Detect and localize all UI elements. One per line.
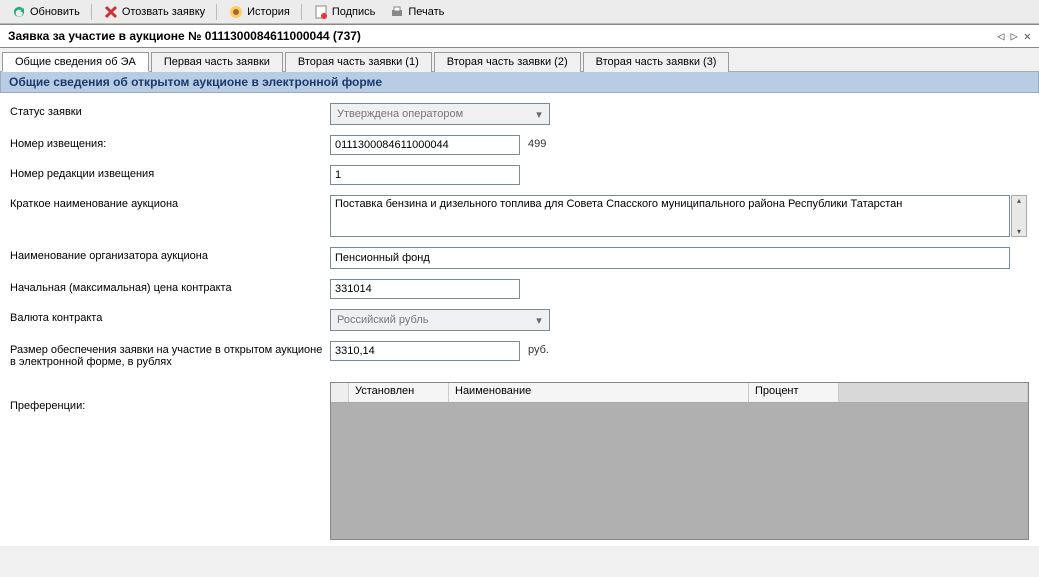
tab-part2-2[interactable]: Вторая часть заявки (2) [434,52,581,72]
chevron-down-icon: ▾ [531,106,547,122]
separator [301,4,302,20]
history-label: История [247,6,290,18]
prev-icon[interactable]: ◁ [997,29,1004,43]
short-name-label: Краткое наименование аукциона [10,195,330,210]
preferences-row: Преференции: Установлен Наименование Про… [0,382,1039,546]
notice-side-text: 499 [528,135,546,150]
grid-header: Установлен Наименование Процент [331,383,1028,403]
tab-part2-3[interactable]: Вторая часть заявки (3) [583,52,730,72]
next-icon[interactable]: ▷ [1011,29,1018,43]
chevron-down-icon: ▾ [531,312,547,328]
grid-col-set[interactable]: Установлен [349,383,449,402]
tab-label: Вторая часть заявки (3) [596,56,717,68]
withdraw-label: Отозвать заявку [122,6,205,18]
price-input[interactable] [330,279,520,299]
status-label: Статус заявки [10,103,330,118]
refresh-label: Обновить [30,6,80,18]
currency-combo[interactable]: Российский рубль ▾ [330,309,550,331]
revision-input[interactable] [330,165,520,185]
section-header: Общие сведения об открытом аукционе в эл… [0,72,1039,93]
print-button[interactable]: Печать [384,2,449,22]
sign-icon [313,4,329,20]
close-icon[interactable]: ✕ [1024,29,1031,43]
tab-label: Вторая часть заявки (2) [447,56,568,68]
deposit-input[interactable] [330,341,520,361]
status-value: Утверждена оператором [337,108,463,120]
tab-part1[interactable]: Первая часть заявки [151,52,283,72]
grid-col-percent[interactable]: Процент [749,383,839,402]
refresh-button[interactable]: Обновить [6,2,85,22]
grid-col-name[interactable]: Наименование [449,383,749,402]
print-icon [389,4,405,20]
form-panel: Статус заявки Утверждена оператором ▾ Но… [0,93,1039,382]
deposit-label: Размер обеспечения заявки на участие в о… [10,341,330,368]
tab-label: Первая часть заявки [164,56,270,68]
notice-num-label: Номер извещения: [10,135,330,150]
price-label: Начальная (максимальная) цена контракта [10,279,330,294]
main-toolbar: Обновить Отозвать заявку История Подпись… [0,0,1039,24]
preferences-label: Преференции: [10,382,330,412]
sign-button[interactable]: Подпись [308,2,381,22]
tab-strip: Общие сведения об ЭА Первая часть заявки… [0,48,1039,72]
tab-label: Вторая часть заявки (1) [298,56,419,68]
window-controls: ◁ ▷ ✕ [997,29,1031,43]
currency-value: Российский рубль [337,314,429,326]
print-label: Печать [408,6,444,18]
grid-col-blank [839,383,1028,402]
revision-label: Номер редакции извещения [10,165,330,180]
withdraw-button[interactable]: Отозвать заявку [98,2,210,22]
scroll-up-icon[interactable]: ▴ [1012,196,1026,205]
preferences-grid[interactable]: Установлен Наименование Процент [330,382,1029,540]
status-combo[interactable]: Утверждена оператором ▾ [330,103,550,125]
history-button[interactable]: История [223,2,295,22]
window-title: Заявка за участие в аукционе № 011130008… [8,29,361,43]
withdraw-icon [103,4,119,20]
grid-corner [331,383,349,402]
tab-part2-1[interactable]: Вторая часть заявки (1) [285,52,432,72]
currency-label: Валюта контракта [10,309,330,324]
separator [91,4,92,20]
tab-label: Общие сведения об ЭА [15,56,136,68]
short-name-textarea[interactable] [330,195,1010,237]
history-icon [228,4,244,20]
separator [216,4,217,20]
notice-num-input[interactable] [330,135,520,155]
deposit-unit: руб. [528,341,549,356]
sign-label: Подпись [332,6,376,18]
tab-general[interactable]: Общие сведения об ЭА [2,52,149,72]
window-title-bar: Заявка за участие в аукционе № 011130008… [0,24,1039,48]
organizer-label: Наименование организатора аукциона [10,247,330,262]
scroll-down-icon[interactable]: ▾ [1012,227,1026,236]
textarea-scrollbar[interactable]: ▴ ▾ [1011,195,1027,237]
refresh-icon [11,4,27,20]
organizer-input[interactable] [330,247,1010,269]
